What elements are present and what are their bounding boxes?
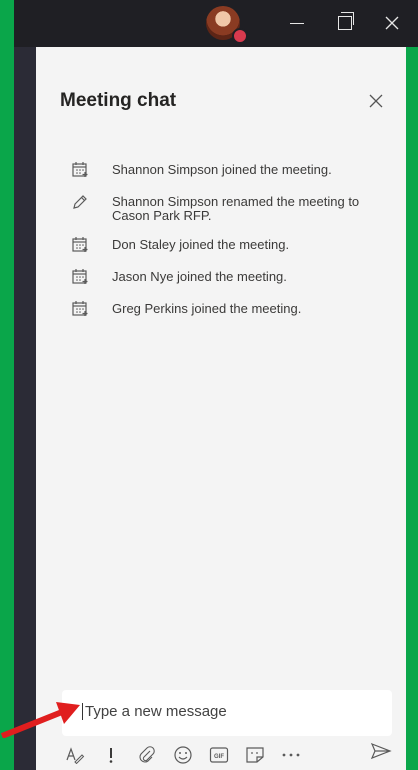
more-icon xyxy=(282,753,300,757)
list-item: Greg Perkins joined the meeting. xyxy=(70,299,400,319)
close-window-button[interactable] xyxy=(378,10,406,36)
event-text: Jason Nye joined the meeting. xyxy=(112,269,287,284)
compose-toolbar: GIF xyxy=(64,740,404,770)
list-item: Shannon Simpson joined the meeting. xyxy=(70,160,400,180)
list-item: Shannon Simpson renamed the meeting to C… xyxy=(70,192,400,223)
more-options-button[interactable] xyxy=(280,744,302,766)
annotation-arrow-icon xyxy=(0,702,80,738)
emoji-icon xyxy=(174,746,192,764)
calendar-icon xyxy=(72,301,88,316)
format-button[interactable] xyxy=(64,744,86,766)
compose-box[interactable] xyxy=(62,690,392,736)
attach-icon xyxy=(139,746,155,763)
maximize-icon xyxy=(338,12,354,30)
close-panel-button[interactable] xyxy=(364,89,388,113)
send-icon xyxy=(370,742,392,760)
event-list: Shannon Simpson joined the meeting. Shan… xyxy=(70,160,400,331)
panel-title: Meeting chat xyxy=(60,90,177,111)
event-text: Don Staley joined the meeting. xyxy=(112,237,290,252)
minimize-button[interactable] xyxy=(283,10,311,36)
highlight-frame-right xyxy=(406,47,418,770)
list-item: Don Staley joined the meeting. xyxy=(70,235,400,255)
app-rail xyxy=(14,0,36,770)
important-icon xyxy=(109,748,113,763)
gif-button[interactable]: GIF xyxy=(208,744,230,766)
maximize-button[interactable] xyxy=(331,10,359,36)
close-icon xyxy=(369,94,383,108)
calendar-icon xyxy=(72,269,88,284)
minimize-icon xyxy=(290,22,304,24)
pencil-icon xyxy=(73,195,87,209)
meeting-chat-panel: Meeting chat Shannon Simpson joined the … xyxy=(36,47,408,770)
send-button[interactable] xyxy=(370,740,392,762)
calendar-icon xyxy=(72,237,88,252)
event-text: Shannon Simpson renamed the meeting to C… xyxy=(112,194,360,223)
format-icon xyxy=(66,747,85,764)
important-button[interactable] xyxy=(100,744,122,766)
message-input[interactable] xyxy=(82,703,385,720)
title-bar xyxy=(14,0,418,47)
gif-label: GIF xyxy=(214,754,224,760)
sticker-icon xyxy=(246,747,264,763)
attach-button[interactable] xyxy=(136,744,158,766)
emoji-button[interactable] xyxy=(172,744,194,766)
event-text: Shannon Simpson joined the meeting. xyxy=(112,162,332,177)
event-text: Greg Perkins joined the meeting. xyxy=(112,301,302,316)
sticker-button[interactable] xyxy=(244,744,266,766)
list-item: Jason Nye joined the meeting. xyxy=(70,267,400,287)
gif-icon: GIF xyxy=(209,747,229,763)
calendar-icon xyxy=(72,162,88,177)
presence-status-icon xyxy=(232,28,248,44)
close-icon xyxy=(385,16,399,30)
